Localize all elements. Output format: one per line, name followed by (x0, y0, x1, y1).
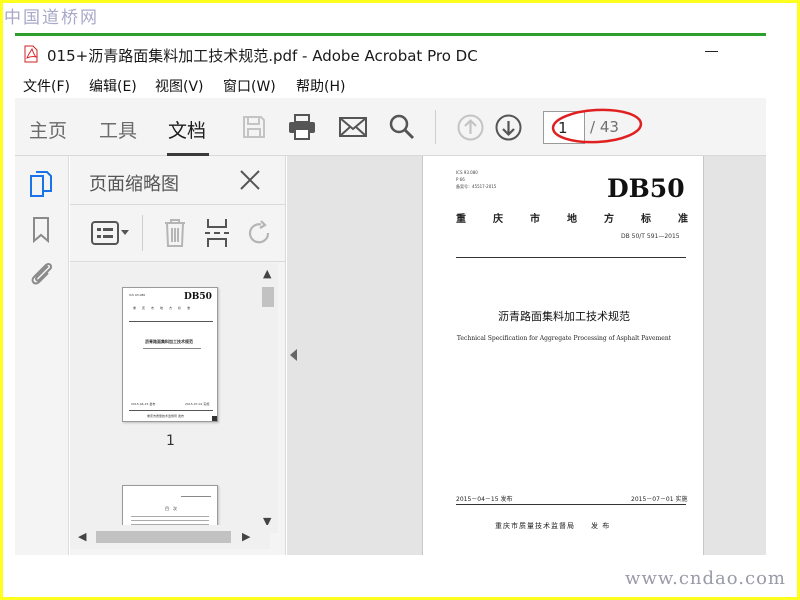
doc-header-char: 庆 (493, 214, 503, 225)
thumb-corner-marker (212, 416, 217, 421)
watermark-bottom: www.cndao.com (625, 568, 786, 589)
panel-toolbar (70, 204, 286, 262)
horizontal-scroll-thumb[interactable] (96, 531, 231, 543)
doc-implementation-date: 2015－07－01 实施 (631, 496, 688, 503)
toolbar-separator (435, 110, 436, 144)
minimize-button[interactable] (705, 51, 718, 52)
thumb-toc-heading: 目 次 (165, 506, 177, 511)
thumbnail-page-number: 1 (166, 433, 175, 449)
doc-header-char: 准 (678, 214, 688, 225)
previous-page-icon[interactable] (457, 114, 484, 141)
extract-pages-icon[interactable] (204, 217, 230, 249)
title-bar: 015+沥青路面集料加工技术规范.pdf - Adobe Acrobat Pro… (15, 36, 766, 72)
doc-title: 沥青路面集料加工技术规范 (498, 310, 630, 323)
bookmark-icon[interactable] (31, 216, 51, 244)
doc-class-code: P 66 (456, 177, 465, 182)
doc-header-char: 市 (530, 214, 540, 225)
next-page-icon[interactable] (495, 114, 522, 141)
thumb-line (131, 516, 209, 517)
menu-window[interactable]: 窗口(W) (223, 76, 276, 96)
doc-ics: ICS 93.080 (456, 170, 478, 175)
doc-header-char: 重 (456, 214, 466, 225)
panel-tools-separator (142, 215, 143, 251)
thumb-bottom-rule (129, 410, 213, 411)
tab-home[interactable]: 主页 (29, 116, 67, 143)
scroll-left-icon[interactable]: ◀ (78, 530, 86, 543)
thumbnails-list: ICS 93.080 DB50 重庆市地方标准 沥青路面集料加工技术规范 201… (70, 263, 258, 545)
options-menu-icon[interactable] (90, 219, 130, 247)
navigation-rail (15, 156, 69, 555)
doc-header-char: 方 (604, 214, 614, 225)
red-annotation-ellipse (551, 108, 643, 144)
pdf-page: ICS 93.080 P 66 备案号：45517-2015 DB50 重 庆 … (422, 156, 704, 555)
thumb-line (131, 520, 209, 521)
main-toolbar: 主页 工具 文档 1 / 43 (15, 98, 766, 156)
thumb-db50: DB50 (184, 292, 212, 302)
menu-file[interactable]: 文件(F) (23, 76, 70, 96)
panel-title: 页面缩略图 (89, 174, 179, 195)
save-icon[interactable] (241, 114, 267, 140)
print-icon[interactable] (287, 113, 317, 141)
page-thumbnails-icon[interactable] (27, 170, 55, 200)
page-thumbnail[interactable]: ICS 93.080 DB50 重庆市地方标准 沥青路面集料加工技术规范 201… (122, 287, 218, 422)
tab-document[interactable]: 文档 (168, 116, 206, 143)
doc-header-char: 标 (641, 214, 651, 225)
menu-view[interactable]: 视图(V) (155, 76, 204, 96)
menu-help[interactable]: 帮助(H) (296, 76, 345, 96)
thumbnails-horizontal-scrollbar[interactable]: ◀ ▶ (70, 525, 270, 549)
document-view: ICS 93.080 P 66 备案号：45517-2015 DB50 重 庆 … (287, 156, 766, 555)
thumb-rule (129, 321, 213, 322)
menu-bar: 文件(F) 编辑(E) 视图(V) 窗口(W) 帮助(H) (15, 72, 766, 98)
doc-header-char: 地 (567, 214, 577, 225)
thumb-subtitle-line (143, 348, 201, 349)
tab-tools[interactable]: 工具 (99, 116, 137, 143)
vertical-scroll-thumb[interactable] (262, 287, 274, 307)
doc-top-rule (456, 257, 686, 258)
rotate-icon[interactable] (246, 219, 274, 247)
doc-issuer: 重庆市质量技术监督局 发 布 (495, 522, 611, 530)
menu-edit[interactable]: 编辑(E) (89, 76, 137, 96)
pdf-file-icon (24, 45, 38, 63)
thumb-ics: ICS 93.080 (129, 293, 146, 297)
doc-record-no: 备案号：45517-2015 (456, 184, 497, 189)
email-icon[interactable] (338, 115, 368, 139)
watermark-top: 中国道桥网 (4, 8, 99, 28)
delete-icon[interactable] (163, 218, 187, 248)
doc-standard-number: DB 50/T 591—2015 (621, 233, 680, 240)
search-icon[interactable] (388, 113, 416, 141)
doc-db50: DB50 (607, 174, 685, 203)
scroll-right-icon[interactable]: ▶ (242, 530, 250, 543)
thumb-header: 重庆市地方标准 (133, 306, 197, 310)
thumbnails-panel: 页面缩略图 ICS 93.080 DB50 重庆市地方标准 沥青路面集料加工技术… (70, 156, 286, 555)
thumb-title: 沥青路面集料加工技术规范 (145, 339, 193, 344)
thumb-impl-date: 2015-07-01 实施 (185, 402, 210, 406)
window-title: 015+沥青路面集料加工技术规范.pdf - Adobe Acrobat Pro… (47, 47, 478, 65)
acrobat-window: 015+沥青路面集料加工技术规范.pdf - Adobe Acrobat Pro… (15, 36, 766, 555)
attachment-icon[interactable] (28, 258, 56, 286)
doc-bottom-rule (456, 504, 686, 505)
collapse-panel-icon[interactable] (290, 349, 297, 361)
scroll-up-icon[interactable]: ▲ (263, 267, 271, 280)
thumbnails-vertical-scrollbar[interactable]: ▲ ▼ (258, 263, 278, 533)
thumb-line (181, 496, 211, 497)
thumb-issue-date: 2015-04-15 发布 (131, 402, 156, 406)
doc-subtitle: Technical Specification for Aggregate Pr… (456, 335, 672, 342)
doc-issue-date: 2015－04－15 发布 (456, 496, 513, 503)
close-icon[interactable] (238, 168, 262, 192)
thumb-issuer: 重庆市质量技术监督局 发布 (147, 414, 184, 418)
doc-standard-header: 重 庆 市 地 方 标 准 (456, 210, 688, 225)
